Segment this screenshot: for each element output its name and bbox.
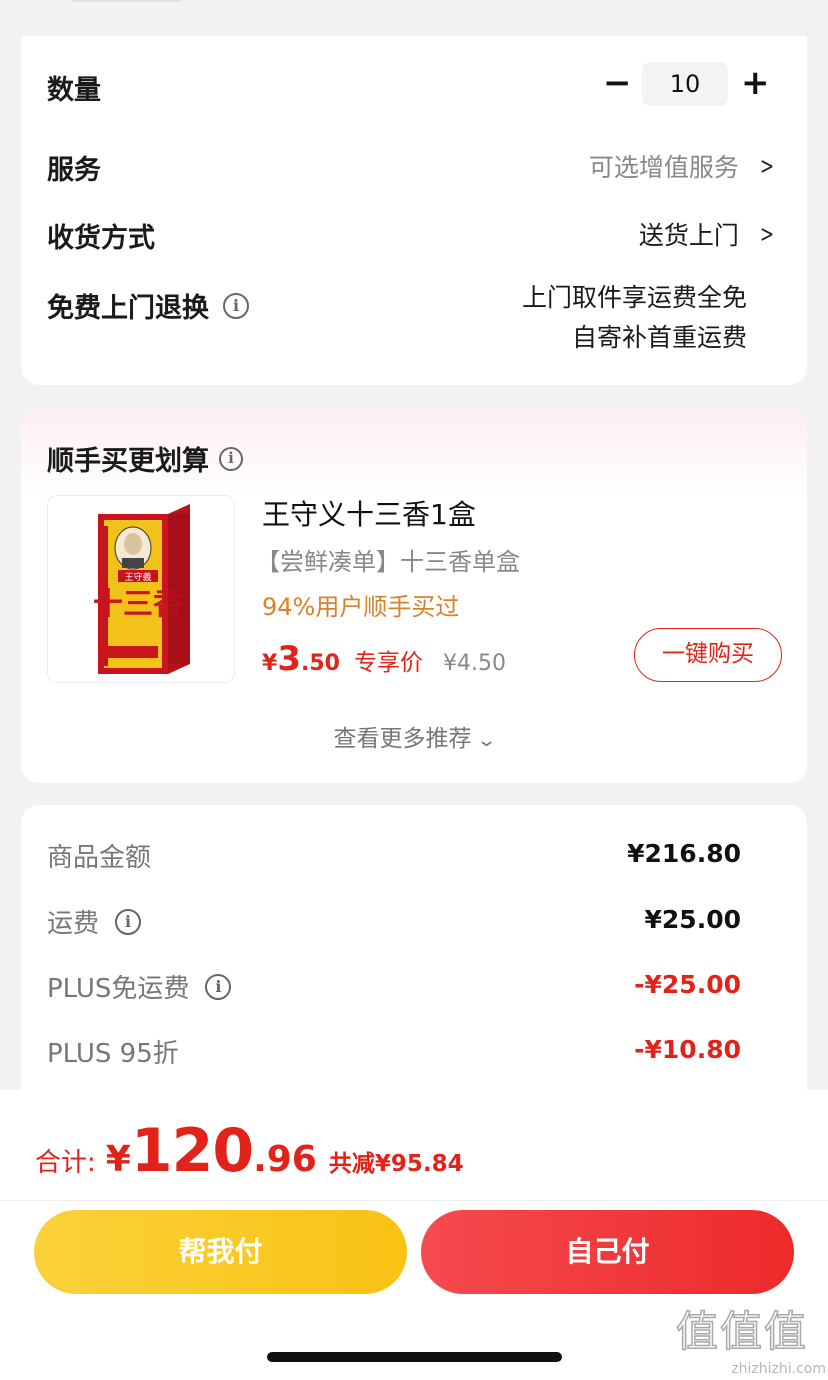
shipping-value: ¥25.00 [644, 905, 741, 934]
fee-summary-card: 商品金额 ¥216.80 运费 i ¥25.00 PLUS免运费 i -¥25.00… [21, 805, 807, 1135]
quantity-minus-button[interactable]: − [603, 66, 632, 100]
delivery-value: 送货上门 [638, 221, 739, 250]
reco-title-row: 顺手买更划算 i [47, 439, 243, 478]
watermark: 值值值 zhizhizhi.com [675, 1298, 826, 1378]
recommendation-card: 顺手买更划算 i 王守義 十三香 王守义十三香1盒 【尝鲜凑单】十三香单盒 94… [21, 407, 807, 783]
chevron-right-icon: > [759, 152, 774, 180]
product-stat: 94%用户顺手买过 [262, 593, 460, 621]
goods-amount-label: 商品金额 [47, 837, 151, 874]
info-icon[interactable]: i [205, 973, 232, 1000]
exchange-description: 上门取件享运费全免 自寄补首重运费 [522, 278, 747, 358]
shipping-label: 运费 i [47, 903, 142, 940]
top-pill [70, 0, 182, 2]
spice-box-image: 王守義 十三香 [93, 504, 190, 674]
watermark-url: zhizhizhi.com [731, 1361, 826, 1377]
service-value: 可选增值服务 [588, 153, 739, 182]
original-price: ¥4.50 [442, 651, 506, 676]
chevron-down-icon: ⌄ [476, 730, 498, 751]
exchange-line-1: 上门取件享运费全免 [521, 283, 747, 312]
exchange-line-2: 自寄补首重运费 [571, 323, 747, 352]
plus-discount-text: PLUS 95折 [47, 1039, 179, 1069]
service-label: 服务 [47, 155, 101, 186]
total-saved: 共减¥95.84 [328, 1151, 464, 1177]
plus-free-shipping-value: -¥25.00 [634, 970, 741, 999]
self-pay-button[interactable]: 自己付 [421, 1210, 794, 1294]
order-options-card: 数量 − 10 + 服务 可选增值服务 > 收货方式 送货上门 > 免费上门退换… [21, 36, 807, 385]
goods-amount-text: 商品金额 [47, 843, 152, 873]
info-icon[interactable]: i [219, 446, 243, 471]
quantity-plus-button[interactable]: + [741, 66, 770, 100]
info-icon[interactable]: i [223, 292, 249, 319]
total-decimal: .96 [253, 1139, 317, 1180]
one-click-buy-button[interactable]: 一键购买 [634, 628, 782, 682]
watermark-logo: 值值值 [675, 1306, 809, 1357]
more-recommendations-link[interactable]: 查看更多推荐 ⌄ [21, 719, 807, 753]
plus-discount-label: PLUS 95折 [47, 1033, 179, 1070]
total-label: 合计: [35, 1148, 96, 1178]
plus-discount-value: -¥10.80 [634, 1035, 741, 1064]
shipping-text: 运费 [47, 909, 100, 939]
more-recommendations-label: 查看更多推荐 [333, 726, 472, 752]
plus-free-shipping-text: PLUS免运费 [47, 974, 190, 1004]
delivery-label: 收货方式 [47, 223, 155, 254]
goods-amount-value: ¥216.80 [627, 839, 741, 868]
price-tag: 专享价 [353, 650, 423, 676]
exchange-label: 免费上门退换 [47, 293, 209, 324]
chevron-right-icon: > [759, 220, 774, 248]
service-selector[interactable]: 可选增值服务 > [589, 148, 777, 184]
reco-title: 顺手买更划算 [47, 446, 209, 477]
product-subtitle: 【尝鲜凑单】十三香单盒 [256, 548, 520, 576]
help-pay-button[interactable]: 帮我付 [34, 1210, 407, 1294]
product-price-row: ¥ 3 .50 专享价 ¥4.50 [262, 639, 506, 679]
quantity-input[interactable]: 10 [642, 62, 728, 106]
delivery-selector[interactable]: 送货上门 > [639, 216, 777, 252]
top-bar-remnant [0, 0, 828, 36]
exchange-row: 免费上门退换 i [47, 286, 249, 325]
price-integer: 3 [277, 639, 301, 679]
home-indicator [267, 1352, 562, 1362]
product-name[interactable]: 王守义十三香1盒 [262, 493, 476, 533]
plus-free-shipping-label: PLUS免运费 i [47, 968, 232, 1005]
price-symbol: ¥ [262, 651, 278, 676]
box-brand-text: 王守義 [124, 571, 151, 583]
total-symbol: ¥ [105, 1139, 131, 1180]
price-decimal: .50 [300, 651, 340, 676]
total-integer: 120 [130, 1116, 254, 1186]
product-image[interactable]: 王守義 十三香 [47, 495, 235, 683]
divider [0, 1200, 828, 1201]
quantity-label: 数量 [47, 75, 101, 106]
total-row: 合计: ¥ 120 .96 共减¥95.84 [35, 1116, 464, 1186]
info-icon[interactable]: i [115, 908, 142, 935]
